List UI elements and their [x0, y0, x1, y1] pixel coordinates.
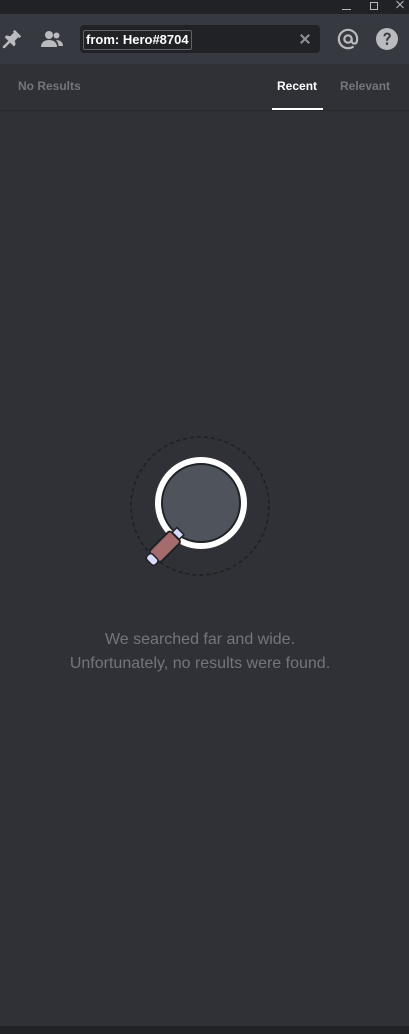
tab-relevant[interactable]: Relevant — [340, 79, 390, 93]
question-icon[interactable] — [375, 27, 399, 51]
empty-state-line-2: Unfortunately, no results were found. — [69, 655, 331, 672]
bottom-edge — [0, 1026, 409, 1034]
results-header: No Results Recent Relevant — [0, 64, 409, 111]
empty-state-line-1: We searched far and wide. — [104, 631, 296, 648]
clear-x-icon[interactable] — [298, 32, 312, 46]
window-titlebar — [0, 0, 409, 14]
active-tab-indicator — [272, 108, 323, 110]
maximize-icon[interactable] — [365, 0, 383, 14]
search-query-text[interactable]: from: Hero#8704 — [83, 30, 192, 50]
toolbar: from: Hero#8704 — [0, 14, 409, 64]
close-icon[interactable] — [391, 0, 409, 14]
minimize-icon[interactable] — [337, 0, 355, 14]
magnifying-glass-icon — [125, 433, 275, 583]
at-sign-icon[interactable] — [336, 27, 360, 51]
pin-icon[interactable] — [0, 27, 24, 51]
result-count-label: No Results — [18, 79, 81, 93]
empty-state-message: We searched far and wide. Unfortunately,… — [0, 628, 400, 676]
users-icon[interactable] — [40, 27, 64, 51]
search-input[interactable]: from: Hero#8704 — [80, 25, 320, 53]
tab-recent[interactable]: Recent — [277, 79, 317, 93]
search-results-panel: from: Hero#8704 No Results Recent Releva… — [0, 0, 409, 1034]
